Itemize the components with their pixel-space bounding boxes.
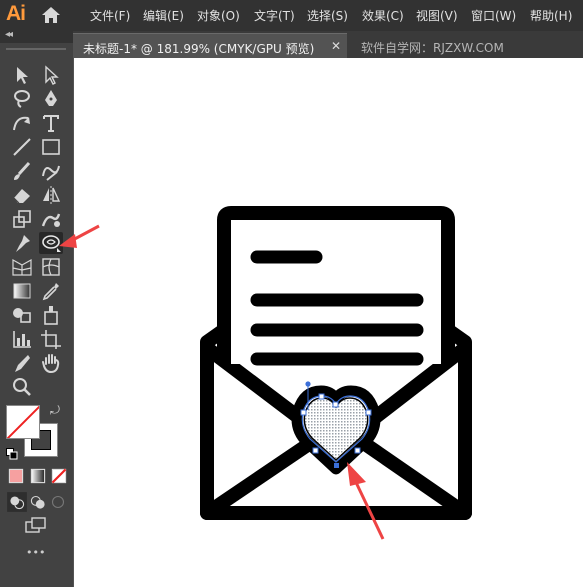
- line-tool-icon[interactable]: [10, 136, 34, 158]
- shaper-tool-icon[interactable]: [39, 160, 63, 182]
- menu-effect[interactable]: 效果(C): [362, 7, 404, 24]
- close-icon[interactable]: ✕: [331, 39, 341, 53]
- gradient-mode-icon[interactable]: [26, 465, 46, 485]
- heart-seal[interactable]: [291, 381, 381, 475]
- paintbrush-tool-icon[interactable]: [10, 160, 34, 182]
- eraser-tool-icon[interactable]: [10, 184, 34, 206]
- menu-bar: Ai 文件(F) 编辑(E) 对象(O) 文字(T) 选择(S) 效果(C) 视…: [0, 0, 583, 31]
- edit-toolbar-button[interactable]: •••: [26, 546, 45, 559]
- direct-selection-tool-icon[interactable]: [39, 64, 63, 86]
- gradient-tool-icon[interactable]: [10, 280, 34, 302]
- menu-object[interactable]: 对象(O): [197, 7, 240, 24]
- menu-edit[interactable]: 编辑(E): [143, 7, 184, 24]
- swap-fill-stroke-icon[interactable]: ⤾: [50, 403, 60, 418]
- type-tool-icon[interactable]: [39, 112, 63, 134]
- app-logo: Ai: [6, 2, 26, 25]
- tools-panel-header: ◂◂: [0, 29, 73, 43]
- puppet-warp-tool-icon[interactable]: [10, 232, 34, 254]
- mesh-tool-icon[interactable]: [39, 256, 63, 278]
- perspective-grid-tool-icon[interactable]: [10, 256, 34, 278]
- shape-builder-tool-icon[interactable]: [10, 304, 34, 326]
- rectangle-tool-icon[interactable]: [39, 136, 63, 158]
- home-icon[interactable]: [40, 5, 62, 25]
- tab-document-label: 未标题-1* @ 181.99% (CMYK/GPU 预览): [83, 42, 315, 56]
- none-mode-icon[interactable]: [47, 465, 67, 485]
- menu-select[interactable]: 选择(S): [307, 7, 348, 24]
- scale-tool-icon[interactable]: [10, 208, 34, 230]
- live-paint-tool-icon[interactable]: [39, 304, 63, 326]
- draw-normal-icon[interactable]: [5, 491, 27, 512]
- reflect-tool-icon[interactable]: [39, 184, 63, 206]
- default-colors-icon[interactable]: [6, 445, 18, 460]
- hand-tool-icon[interactable]: [39, 352, 63, 374]
- menu-window[interactable]: 窗口(W): [471, 7, 516, 24]
- panel-grip[interactable]: [6, 48, 66, 50]
- none-slash-icon: [7, 406, 39, 438]
- tab-document-active[interactable]: 未标题-1* @ 181.99% (CMYK/GPU 预览) ✕: [73, 33, 347, 58]
- tools-panel: ◂◂ ⤾ •••: [0, 29, 73, 587]
- draw-behind-icon[interactable]: [26, 491, 46, 511]
- screen-mode-icon[interactable]: [24, 515, 48, 535]
- curvature-tool-icon[interactable]: [10, 112, 34, 134]
- envelope-artwork: [200, 206, 472, 540]
- menu-view[interactable]: 视图(V): [416, 7, 458, 24]
- collapse-icon[interactable]: ◂◂: [5, 29, 13, 40]
- fill-swatch[interactable]: [6, 405, 40, 439]
- artboard-canvas[interactable]: [74, 58, 583, 587]
- menu-help[interactable]: 帮助(H): [530, 7, 572, 24]
- artboard-tool-icon[interactable]: [39, 328, 63, 350]
- graph-tool-icon[interactable]: [10, 328, 34, 350]
- menu-file[interactable]: 文件(F): [90, 7, 130, 24]
- annotation-arrow-canvas: [347, 462, 385, 540]
- lasso-tool-icon[interactable]: [10, 88, 34, 110]
- tab-document-other[interactable]: 软件自学网：RJZXW.COM: [361, 39, 504, 56]
- annotation-arrow-toolbar: [59, 224, 100, 248]
- pen-tool-icon[interactable]: [39, 88, 63, 110]
- draw-inside-icon[interactable]: [46, 491, 66, 511]
- selection-tool-icon[interactable]: [10, 64, 34, 86]
- slice-tool-icon[interactable]: [10, 352, 34, 374]
- menu-type[interactable]: 文字(T): [254, 7, 295, 24]
- eyedropper-tool-icon[interactable]: [39, 280, 63, 302]
- zoom-tool-icon[interactable]: [10, 376, 34, 398]
- letter-paper[interactable]: [217, 206, 455, 366]
- document-tab-bar: 未标题-1* @ 181.99% (CMYK/GPU 预览) ✕ 软件自学网：R…: [73, 31, 583, 58]
- color-mode-icon[interactable]: [4, 465, 24, 485]
